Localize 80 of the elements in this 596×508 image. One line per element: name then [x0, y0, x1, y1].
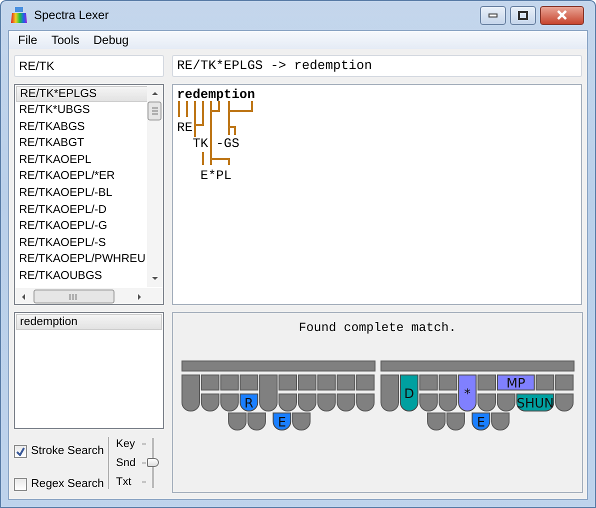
steno-key	[496, 394, 516, 412]
search-field[interactable]: RE/TK	[14, 54, 164, 76]
steno-key	[182, 374, 200, 412]
stroke-list-item[interactable]: RE/TK*EPLGS	[16, 86, 148, 102]
horizontal-scrollbar[interactable]	[15, 288, 163, 304]
status-text: Found complete match.	[298, 320, 456, 336]
steno-key	[478, 394, 496, 412]
stroke-list-item[interactable]: RE/TKAOEPL	[16, 152, 148, 168]
steno-key	[555, 374, 574, 391]
checkbox-box[interactable]	[14, 444, 27, 458]
steno-key	[419, 394, 438, 412]
steno-key	[491, 412, 510, 431]
vertical-scrollbar[interactable]	[147, 84, 163, 286]
steno-key	[298, 374, 316, 391]
highlighted-key: E	[472, 412, 490, 431]
stroke-list-item[interactable]: RE/TKAOUBGS	[16, 268, 148, 285]
highlighted-key: SHUN	[516, 394, 554, 412]
stroke-list-item[interactable]: RE/TKAOEPL/-D	[16, 202, 148, 218]
steno-key	[356, 394, 375, 412]
slider-label: Key	[116, 436, 136, 450]
close-icon	[556, 10, 568, 20]
steno-key	[536, 374, 554, 391]
highlighted-key: E	[272, 412, 292, 431]
stroke-list-item[interactable]: RE/TKAOEPL/-BL	[16, 185, 148, 202]
steno-key	[380, 374, 399, 412]
stroke-list-item[interactable]: RE/TK*UBGS	[16, 102, 148, 119]
maximize-button[interactable]	[510, 6, 536, 25]
steno-key	[247, 412, 266, 431]
stroke-list-item[interactable]: RE/TKAOEPL/*ER	[16, 168, 148, 186]
stroke-list-item[interactable]: RE/TKAOEPL/PWHREU	[16, 251, 148, 268]
root-word: redemption	[177, 88, 256, 102]
steno-key	[317, 374, 336, 391]
slider-thumb[interactable]	[147, 458, 159, 466]
window-title: Spectra Lexer	[34, 7, 109, 24]
steno-key	[220, 374, 239, 391]
steno-key	[228, 412, 247, 431]
steno-key	[278, 394, 297, 412]
steno-key	[438, 394, 458, 412]
menu-item[interactable]: Tools	[44, 30, 86, 48]
steno-key	[200, 374, 220, 391]
menu-item[interactable]: File	[11, 30, 44, 48]
mode-slider[interactable]	[140, 436, 160, 488]
steno-key	[478, 374, 496, 391]
checkbox-label[interactable]: Stroke Search	[31, 442, 104, 460]
steno-key	[336, 394, 356, 412]
highlighted-key: *	[458, 374, 477, 412]
checkbox-box[interactable]	[14, 478, 27, 491]
app-icon	[10, 6, 28, 24]
steno-key	[240, 374, 258, 391]
close-button[interactable]	[540, 6, 584, 25]
checkbox-label[interactable]: Regex Search	[31, 476, 104, 493]
stroke-list-item[interactable]: RE/TKAOEPL/-S	[16, 234, 148, 252]
match-list-item[interactable]: redemption	[16, 314, 162, 330]
highlighted-key: D	[400, 374, 418, 412]
stroke-list-item[interactable]: RE/TKABGS	[16, 118, 148, 136]
steno-key	[317, 394, 336, 412]
maximize-icon	[518, 10, 528, 20]
slider-label: Snd	[116, 456, 137, 470]
steno-key	[292, 412, 311, 431]
steno-key	[446, 412, 465, 431]
stroke-list-item[interactable]: RE/TKAOEPL/-G	[16, 218, 148, 235]
steno-key	[220, 394, 239, 412]
steno-key	[298, 394, 316, 412]
steno-key	[427, 412, 446, 431]
title-field[interactable]: RE/TK*EPLGS -> redemption	[172, 54, 582, 76]
menu-item[interactable]: Debug	[86, 30, 136, 48]
steno-key	[200, 394, 220, 412]
steno-key	[278, 374, 297, 391]
steno-key	[336, 374, 356, 391]
highlighted-key: R	[240, 394, 258, 412]
slider-label: Txt	[116, 474, 132, 488]
steno-key	[419, 374, 438, 391]
minimize-button[interactable]	[480, 6, 506, 25]
minimize-icon	[488, 12, 498, 18]
highlighted-key: MP	[496, 374, 535, 392]
stroke-node: -GS	[216, 136, 240, 150]
steno-key	[438, 374, 458, 391]
steno-key	[555, 394, 574, 412]
steno-key	[356, 374, 375, 391]
stroke-list-item[interactable]: RE/TKABGT	[16, 135, 148, 152]
